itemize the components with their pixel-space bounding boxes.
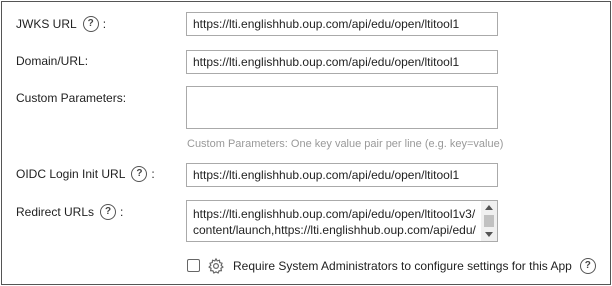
custom-parameters-textarea[interactable] [186,86,498,129]
scroll-thumb[interactable] [484,215,494,227]
domain-url-input[interactable]: https://lti.englishhub.oup.com/api/edu/o… [186,50,498,74]
require-admin-label-row: Require System Administrators to configu… [233,258,600,274]
jwks-url-label: JWKS URL [16,17,77,31]
require-admin-label[interactable]: Require System Administrators to configu… [233,259,572,273]
help-icon[interactable]: ? [100,204,117,220]
custom-parameters-label-row: Custom Parameters: [16,91,126,105]
oidc-login-init-url-input[interactable]: https://lti.englishhub.oup.com/api/edu/o… [186,163,498,187]
redirect-urls-text: https://lti.englishhub.oup.com/api/edu/o… [193,207,476,241]
help-icon[interactable]: ? [82,16,99,32]
jwks-url-colon: : [102,17,107,31]
redirect-urls-textarea[interactable]: https://lti.englishhub.oup.com/api/edu/o… [186,200,498,242]
custom-parameters-label: Custom Parameters: [16,91,127,105]
redirect-urls-label-row: Redirect URLs ? : [16,204,123,220]
domain-url-label: Domain/URL: [16,54,89,68]
oidc-login-colon: : [151,167,155,181]
help-icon[interactable]: ? [579,258,596,274]
oidc-login-label: OIDC Login Init URL [16,167,126,181]
help-icon[interactable]: ? [131,166,148,182]
redirect-urls-colon: : [120,205,124,219]
redirect-urls-label: Redirect URLs [16,205,95,219]
jwks-url-label-row: JWKS URL ? : [16,16,106,32]
redirect-urls-scrollbar[interactable] [481,201,497,241]
scroll-up-arrow-icon[interactable] [485,205,493,210]
gear-icon [208,257,224,274]
domain-url-label-row: Domain/URL: [16,54,88,68]
oidc-login-label-row: OIDC Login Init URL ? : [16,166,155,182]
jwks-url-input[interactable]: https://lti.englishhub.oup.com/api/edu/o… [186,12,498,36]
custom-parameters-hint: Custom Parameters: One key value pair pe… [187,138,504,150]
require-admin-checkbox[interactable] [187,259,200,272]
scroll-down-arrow-icon[interactable] [485,232,493,237]
